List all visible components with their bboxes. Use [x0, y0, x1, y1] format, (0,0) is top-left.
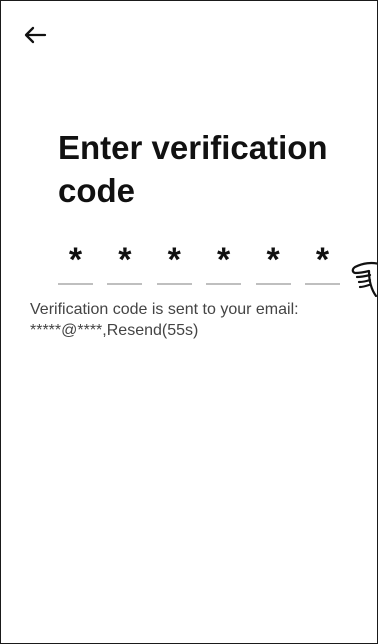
arrow-left-icon	[24, 26, 47, 44]
page-title: Enter verification code	[58, 129, 328, 209]
verification-screen: Enter verification code * * * * * * Veri…	[0, 0, 378, 644]
email-and-resend: *****@****,Resend(55s)	[30, 320, 370, 341]
code-digit-1[interactable]: *	[58, 243, 93, 285]
code-digit-3[interactable]: *	[156, 243, 192, 285]
verification-code-input[interactable]: * * * * * *	[58, 243, 340, 287]
code-digit-6[interactable]: *	[304, 243, 340, 285]
back-button[interactable]	[19, 21, 51, 49]
code-digit-4[interactable]: *	[206, 243, 242, 285]
resend-link[interactable]: Resend(55s)	[107, 322, 199, 339]
code-digit-2[interactable]: *	[107, 243, 143, 285]
verification-message: Verification code is sent to your email:	[30, 301, 299, 318]
verification-info: Verification code is sent to your email:…	[30, 299, 370, 341]
masked-email: *****@****	[30, 322, 103, 339]
code-digit-5[interactable]: *	[255, 243, 291, 285]
pointing-hand-icon	[345, 252, 377, 297]
